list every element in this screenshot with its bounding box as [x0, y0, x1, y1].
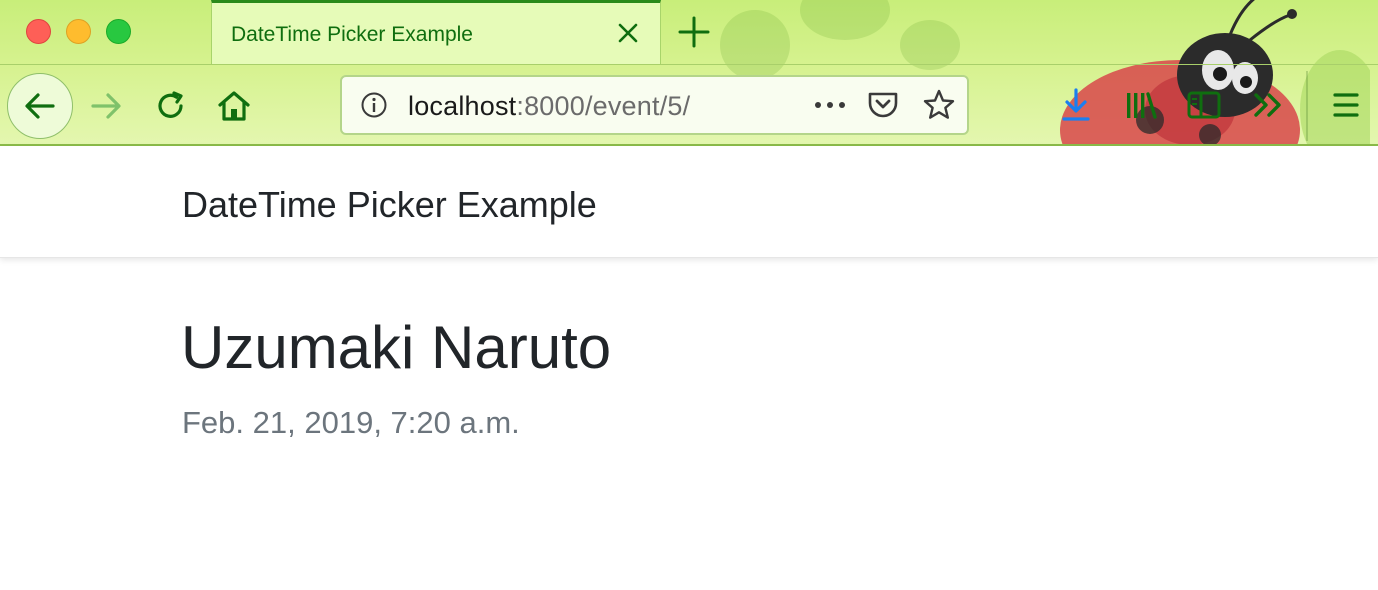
back-icon	[25, 93, 55, 119]
tab-title: DateTime Picker Example	[231, 23, 473, 46]
downloads-button[interactable]	[1056, 85, 1096, 125]
window-minimize-button[interactable]	[66, 19, 91, 44]
event-datetime: Feb. 21, 2019, 7:20 a.m.	[182, 405, 520, 440]
site-navbar: DateTime Picker Example	[0, 146, 1378, 258]
overflow-icon	[1254, 93, 1281, 117]
forward-icon	[91, 93, 121, 119]
home-button[interactable]	[201, 73, 267, 139]
download-icon	[1062, 88, 1090, 121]
toolbar-separator	[1306, 71, 1308, 141]
sidebar-icon	[1187, 91, 1221, 119]
back-button[interactable]	[7, 73, 73, 139]
pocket-icon[interactable]	[866, 89, 900, 121]
reload-icon	[158, 91, 183, 118]
tab-bar: DateTime Picker Example	[0, 0, 1378, 64]
close-icon[interactable]	[614, 19, 642, 47]
sidebar-button[interactable]	[1184, 85, 1224, 125]
window-close-button[interactable]	[26, 19, 51, 44]
library-icon	[1127, 92, 1157, 119]
plus-icon[interactable]	[674, 14, 714, 50]
navigation-toolbar: localhost:8000/event/5/	[0, 64, 1378, 146]
url-text[interactable]: localhost:8000/event/5/	[408, 91, 690, 122]
menu-button[interactable]	[1326, 85, 1366, 125]
address-bar[interactable]: localhost:8000/event/5/	[340, 75, 969, 135]
library-button[interactable]	[1121, 85, 1161, 125]
main-content: Uzumaki Naruto Feb. 21, 2019, 7:20 a.m.	[0, 259, 1378, 590]
url-path: :8000/event/5/	[516, 91, 691, 121]
browser-chrome: DateTime Picker Example localhost:8000/e…	[0, 0, 1378, 146]
info-icon[interactable]	[360, 91, 388, 119]
site-brand[interactable]: DateTime Picker Example	[182, 184, 597, 226]
star-icon[interactable]	[922, 88, 956, 122]
url-host: localhost	[408, 91, 517, 121]
home-icon	[218, 91, 250, 121]
reload-button[interactable]	[138, 73, 204, 139]
event-title: Uzumaki Naruto	[181, 314, 612, 381]
more-icon[interactable]	[810, 91, 850, 119]
window-zoom-button[interactable]	[106, 19, 131, 44]
forward-button[interactable]	[73, 73, 139, 139]
overflow-button[interactable]	[1249, 85, 1289, 125]
tab-active[interactable]: DateTime Picker Example	[211, 0, 661, 64]
menu-icon	[1333, 93, 1359, 117]
